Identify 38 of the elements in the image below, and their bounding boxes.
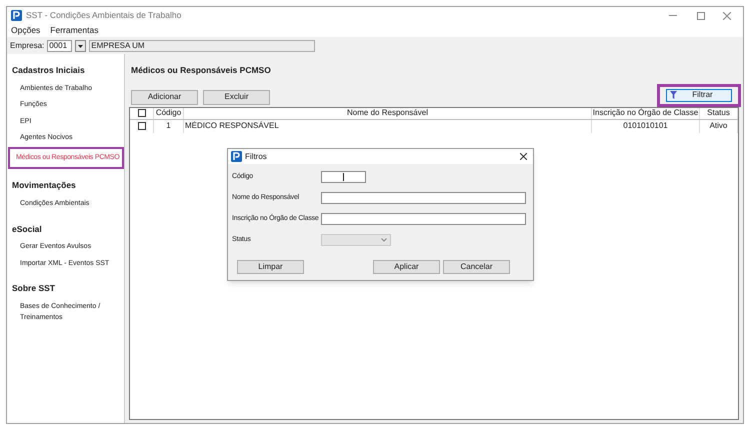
table-cell: MÉDICO RESPONSÁVEL (184, 120, 592, 133)
company-label: Empresa: (10, 40, 44, 52)
menu-item[interactable]: Opções (11, 24, 40, 37)
dialog-title: Filtros (245, 150, 267, 162)
sidebar-section-title: Movimentações (11, 179, 77, 192)
page-title: Médicos ou Responsáveis PCMSO (131, 64, 272, 77)
table-cell: 0101010101 (592, 120, 700, 133)
sidebar-section-title: Cadastros Iniciais (11, 64, 86, 77)
funnel-icon (670, 91, 677, 100)
text-field[interactable] (321, 213, 526, 225)
company-name-field: EMPRESA UM (89, 40, 316, 52)
text-field[interactable] (321, 192, 526, 204)
text-cursor (343, 173, 344, 181)
table-cell: Ativo (700, 120, 738, 133)
table-cell: 1 (154, 120, 184, 133)
row-checkbox[interactable] (138, 122, 146, 130)
toolbar-button[interactable]: Adicionar (131, 90, 198, 105)
maximize-icon[interactable] (697, 12, 705, 20)
app-logo-icon (11, 10, 22, 21)
close-icon[interactable] (520, 153, 527, 160)
toolbar-button[interactable]: Excluir (203, 90, 270, 105)
sidebar-section-title: Sobre SST (11, 282, 56, 295)
column-header[interactable]: Nome do Responsável (184, 108, 592, 119)
chevron-down-icon (381, 238, 387, 242)
dropdown-button-icon[interactable] (75, 40, 86, 52)
sidebar-section-title: eSocial (11, 222, 43, 236)
company-code-field[interactable]: 0001 (47, 40, 72, 52)
filter-button[interactable]: Filtrar (666, 88, 732, 102)
dialog-button[interactable]: Cancelar (443, 260, 510, 274)
dialog-button[interactable]: Aplicar (373, 260, 440, 274)
column-header[interactable]: Status (700, 108, 738, 119)
window-title: SST - Condições Ambientais de Trabalho (26, 9, 182, 22)
code-field[interactable] (321, 171, 366, 183)
menu-item[interactable]: Ferramentas (50, 24, 98, 37)
column-header[interactable]: Código (154, 108, 184, 119)
select-all-checkbox[interactable] (138, 109, 146, 118)
dialog-button[interactable]: Limpar (237, 260, 304, 274)
column-header[interactable]: Inscrição no Órgão de Classe (592, 108, 700, 119)
